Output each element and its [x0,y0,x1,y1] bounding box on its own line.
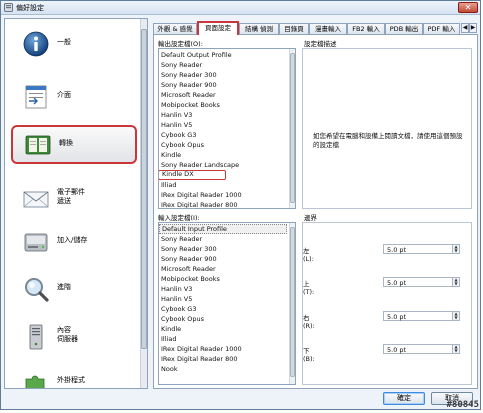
margin-right-label: 右(R): [303,314,315,330]
spinner-arrows-icon[interactable]: ▲ ▼ [452,245,459,253]
sidebar-item-add-save[interactable]: 加入/儲存 [11,224,137,260]
server-icon [29,324,43,350]
mail-icon [23,191,49,208]
spinner-arrows-icon[interactable]: ▲ ▼ [452,278,459,286]
margin-left-spinbox[interactable]: 5.0 pt ▲ ▼ [383,244,460,254]
ok-button[interactable]: 確定 [383,392,425,405]
sidebar-item-label: 外掛程式 [57,376,85,384]
disk-icon [24,233,48,252]
list-item[interactable]: Cybook G3 [161,130,196,140]
list-item[interactable]: Default Input Profile [159,224,287,234]
info-icon [23,31,49,57]
list-item[interactable]: Hanlin V5 [161,120,192,130]
list-item[interactable]: Sony Reader 300 [161,70,217,80]
margin-top-label: 上(T): [303,280,315,296]
spinner-arrows-icon[interactable]: ▲ ▼ [452,345,459,353]
margin-left-label: 左(L): [303,247,314,263]
tab-pdb-output[interactable]: PDB 輸出 [385,23,423,34]
title-bar[interactable]: 偏好設定 ✕ [1,1,480,15]
tab-page-setup[interactable]: 頁面設定 [197,21,239,35]
list-item[interactable]: Cybook Opus [161,140,204,150]
tab-bar: 外觀 & 感覺 頁面設定 結構 偵測 目錄頁 漫畫輸入 FB2 輸入 PDB 輸… [153,21,478,35]
sidebar-item-label: 電子郵件 遞送 [57,188,85,205]
sidebar-item-label: 介面 [57,91,71,99]
sidebar-item-convert[interactable]: 轉換 [11,125,137,164]
sidebar-item-email[interactable]: 電子郵件 遞送 [11,181,137,217]
list-item[interactable]: Nook [161,364,178,374]
sidebar-item-content-server[interactable]: 內容 伺服器 [11,319,137,355]
window-title: 偏好設定 [16,4,44,12]
sidebar-scrollbar[interactable] [140,19,147,388]
profile-description-label: 設定檔描述 [304,40,337,48]
margin-bottom-spinbox[interactable]: 5.0 pt ▲ ▼ [383,344,460,354]
app-icon [4,3,13,12]
tab-scroll-left-icon[interactable]: ◀ [461,23,469,33]
tab-pdf-input[interactable]: PDF 輸入 [423,23,460,34]
sidebar-item-interface[interactable]: 介面 [11,79,137,115]
category-sidebar: 一般 介面 轉換 電子郵件 遞送 加入/儲存 進階 內容 伺服器 外掛程式 [4,18,148,389]
list-item[interactable]: Cybook G3 [161,304,196,314]
list-item[interactable]: Microsoft Reader [161,264,216,274]
sidebar-item-advanced[interactable]: 進階 [11,271,137,307]
margin-top-spinbox[interactable]: 5.0 pt ▲ ▼ [383,277,460,287]
sidebar-item-label: 加入/儲存 [57,236,88,244]
sidebar-item-label: 進階 [57,283,71,291]
sidebar-item-label: 一般 [57,38,71,46]
tab-scroll-right-icon[interactable]: ▶ [469,23,477,33]
list-item[interactable]: Hanlin V3 [161,284,192,294]
margins-group-label: 邊界 [304,214,317,222]
list-item[interactable]: Sony Reader 300 [161,244,217,254]
list-item[interactable]: IRex Digital Reader 800 [161,354,238,364]
interface-icon [25,85,47,109]
margin-right-spinbox[interactable]: 5.0 pt ▲ ▼ [383,311,460,321]
list-item[interactable]: Sony Reader 900 [161,254,217,264]
convert-icon [25,135,51,155]
tab-look-and-feel[interactable]: 外觀 & 感覺 [153,23,197,34]
list-item[interactable]: IRex Digital Reader 800 [161,200,238,208]
spinner-arrows-icon[interactable]: ▲ ▼ [452,312,459,320]
watermark-text: #80845 [446,400,479,410]
list-item[interactable]: Kindle DX [159,170,226,180]
list-item[interactable]: Sony Reader [161,234,202,244]
list-item[interactable]: Illiad [161,180,176,190]
output-profile-label: 輸出設定檔(O): [158,40,203,48]
close-button[interactable]: ✕ [458,2,478,13]
list-item[interactable]: Kindle [161,150,181,160]
list-item[interactable]: Microsoft Reader [161,90,216,100]
sidebar-item-label: 轉換 [59,139,73,147]
list-item[interactable]: Default Output Profile [161,50,232,60]
list-item[interactable]: Sony Reader [161,60,202,70]
profile-description-box: 如您希望在電腦和設備上閱讀文檔，請使用這個預設的設定檔 [302,48,472,209]
list-item[interactable]: IRex Digital Reader 1000 [161,190,242,200]
sidebar-item-plugins[interactable]: 外掛程式 [11,364,137,388]
list-item[interactable]: IRex Digital Reader 1000 [161,344,242,354]
tab-structure-detection[interactable]: 結構 偵測 [239,23,279,34]
tab-fb2-input[interactable]: FB2 輸入 [347,23,385,34]
preferences-window: 偏好設定 ✕ 一般 介面 轉換 電子郵件 遞送 加入/儲存 進階 內容 伺服器 … [0,0,481,410]
input-profile-label: 輸入設定檔(I): [158,214,200,222]
list-item[interactable]: Sony Reader Landscape [161,160,239,170]
list-item[interactable]: Illiad [161,334,176,344]
magnifier-icon [25,278,49,302]
tab-comic-input[interactable]: 漫畫輸入 [309,23,347,34]
profile-description-text: 如您希望在電腦和設備上閱讀文檔，請使用這個預設的設定檔 [313,132,463,149]
page-setup-panel: 輸出設定檔(O): Default Output Profile Sony Rea… [153,34,478,389]
list-item[interactable]: Cybook Opus [161,314,204,324]
list-item[interactable]: Mobipocket Books [161,100,220,110]
list-item[interactable]: Hanlin V3 [161,110,192,120]
input-profile-list[interactable]: Default Input Profile Sony Reader Sony Rea… [158,222,296,385]
list-item[interactable]: Sony Reader 900 [161,80,217,90]
list-item[interactable]: Hanlin V5 [161,294,192,304]
input-list-scrollbar[interactable] [289,223,295,384]
list-item[interactable]: Kindle [161,324,181,334]
tab-table-of-contents[interactable]: 目錄頁 [279,23,309,34]
output-profile-list[interactable]: Default Output Profile Sony Reader Sony Re… [158,48,296,209]
margin-bottom-label: 下(B): [303,347,315,363]
sidebar-item-label: 內容 伺服器 [57,326,78,343]
list-item[interactable]: Mobipocket Books [161,274,220,284]
sidebar-item-general[interactable]: 一般 [11,26,137,62]
plugin-icon [25,375,45,388]
output-list-scrollbar[interactable] [289,49,295,208]
